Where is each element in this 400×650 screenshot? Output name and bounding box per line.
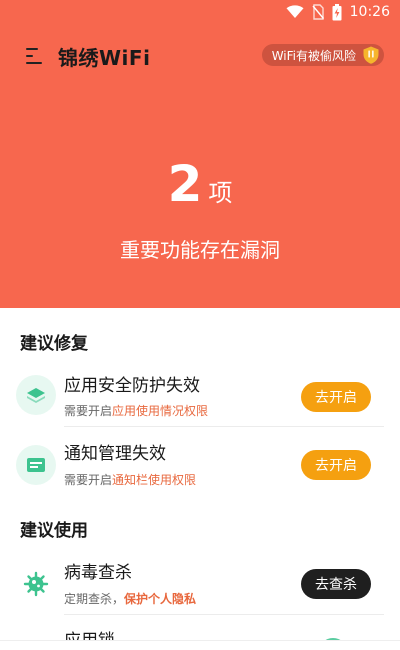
app-title: 锦绣WiFi bbox=[58, 46, 151, 70]
app-header: 锦绣WiFi WiFi有被偷风险 bbox=[0, 38, 400, 74]
divider bbox=[64, 426, 384, 427]
item-description: 定期查杀，保护个人隐私 bbox=[64, 590, 196, 607]
wifi-icon bbox=[286, 5, 304, 19]
item-title: 病毒查杀 bbox=[64, 563, 132, 583]
status-time: 10:26 bbox=[349, 4, 390, 20]
divider bbox=[64, 614, 384, 615]
desc-highlight: 通知栏使用权限 bbox=[112, 473, 197, 487]
status-bar: 10:26 bbox=[0, 0, 400, 24]
desc-prefix: 定期查杀， bbox=[64, 592, 125, 606]
enable-notification-button[interactable]: 去开启 bbox=[301, 450, 371, 480]
menu-icon[interactable] bbox=[26, 47, 46, 65]
issue-count-number: 2 bbox=[167, 155, 203, 213]
item-title: 应用安全防护失效 bbox=[64, 376, 200, 396]
item-title: 通知管理失效 bbox=[64, 444, 166, 464]
status-icons: 10:26 bbox=[286, 3, 390, 21]
issue-count: 2项 bbox=[0, 155, 400, 213]
list-item-app-protection[interactable]: 应用安全防护失效 需要开启应用使用情况权限 去开启 bbox=[0, 366, 400, 426]
bottom-nav-edge bbox=[0, 640, 400, 650]
desc-prefix: 需要开启 bbox=[64, 473, 113, 487]
desc-highlight: 保护个人隐私 bbox=[124, 592, 197, 606]
enable-app-usage-button[interactable]: 去开启 bbox=[301, 382, 371, 412]
wifi-risk-badge[interactable]: WiFi有被偷风险 bbox=[261, 44, 384, 66]
item-description: 需要开启通知栏使用权限 bbox=[64, 471, 196, 488]
desc-prefix: 需要开启 bbox=[64, 404, 113, 418]
item-description: 需要开启应用使用情况权限 bbox=[64, 402, 208, 419]
list-item-virus-scan[interactable]: 病毒查杀 定期查杀，保护个人隐私 去查杀 bbox=[0, 552, 400, 612]
battery-charging-icon bbox=[332, 3, 342, 21]
hero-banner: 10:26 锦绣WiFi WiFi有被偷风险 2项 重要功能存在漏洞 bbox=[0, 0, 400, 308]
hero-subtitle: 重要功能存在漏洞 bbox=[120, 238, 280, 262]
desc-highlight: 应用使用情况权限 bbox=[112, 404, 209, 418]
layers-icon bbox=[16, 375, 56, 415]
list-item-notification[interactable]: 通知管理失效 需要开启通知栏使用权限 去开启 bbox=[0, 433, 400, 493]
shield-icon bbox=[361, 45, 381, 65]
risk-badge-label: WiFi有被偷风险 bbox=[271, 48, 356, 63]
virus-icon bbox=[16, 564, 56, 604]
section-title-usage: 建议使用 bbox=[20, 521, 88, 541]
issue-count-unit: 项 bbox=[208, 179, 233, 207]
virus-scan-button[interactable]: 去查杀 bbox=[301, 569, 371, 599]
no-sim-icon bbox=[312, 4, 324, 20]
notification-card-icon bbox=[16, 445, 56, 485]
section-title-repair: 建议修复 bbox=[20, 334, 88, 354]
